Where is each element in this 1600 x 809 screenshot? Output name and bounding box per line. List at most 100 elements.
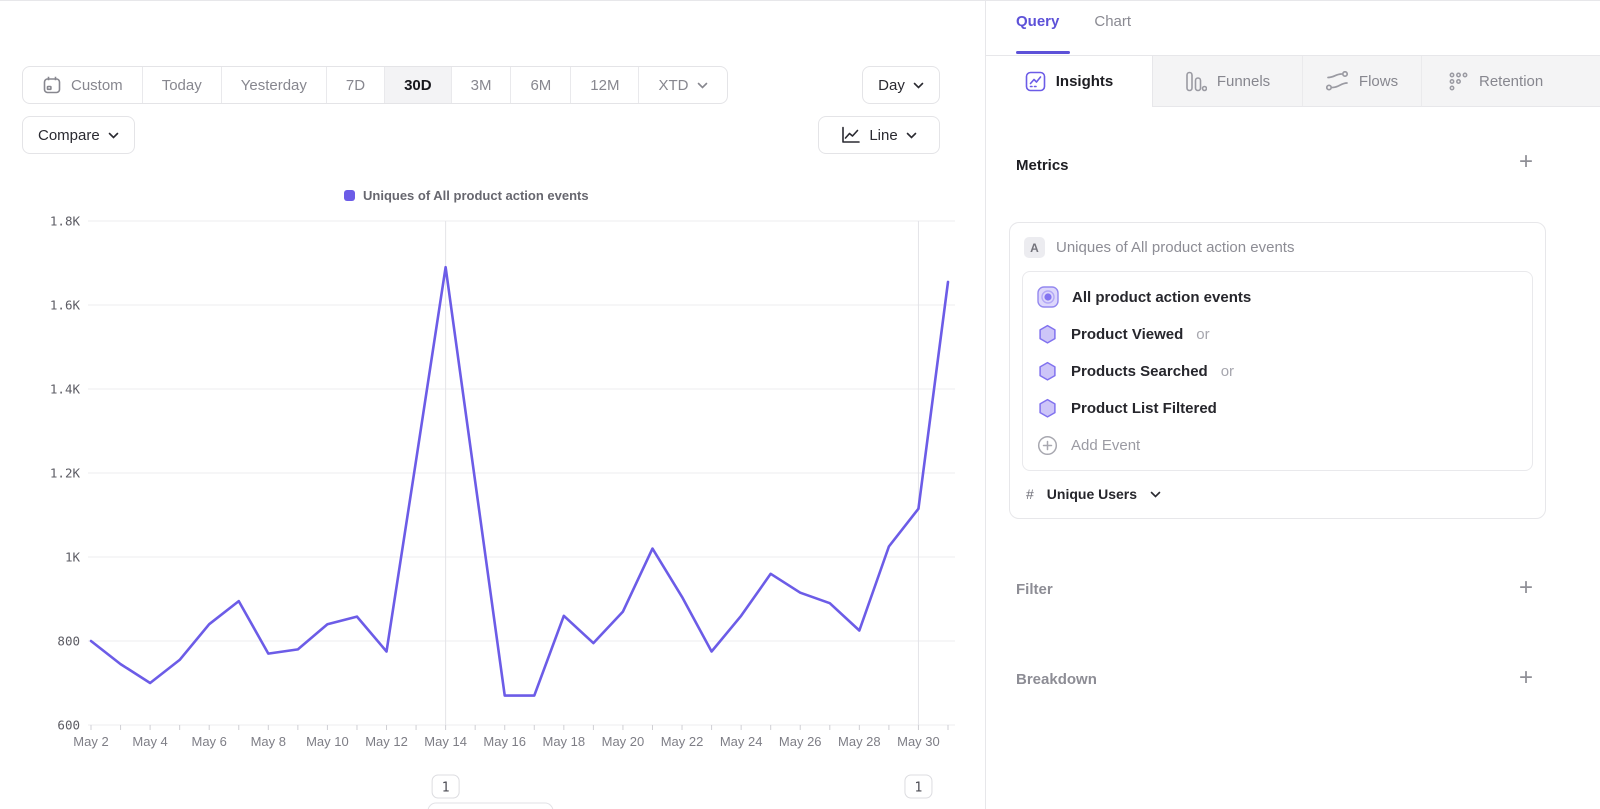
x-axis-label: May 28	[838, 734, 881, 749]
chevron-down-icon	[697, 82, 708, 89]
y-axis-label: 1.8K	[50, 214, 81, 229]
range-yesterday[interactable]: Yesterday	[222, 67, 327, 103]
add-filter-button[interactable]: +	[1514, 576, 1538, 600]
range-custom[interactable]: Custom	[23, 67, 143, 103]
x-axis-label: May 10	[306, 734, 349, 749]
x-axis-label: May 6	[192, 734, 227, 749]
flows-icon	[1326, 71, 1349, 91]
y-axis-label: 1.6K	[50, 298, 81, 313]
event-row-all-product-action-events[interactable]: All product action events	[1023, 278, 1532, 316]
chevron-down-icon	[1150, 491, 1161, 498]
range-7d[interactable]: 7D	[327, 67, 385, 103]
range-label: 6M	[530, 77, 551, 94]
metric-card-header[interactable]: A Uniques of All product action events	[1024, 237, 1531, 258]
range-xtd[interactable]: XTD	[639, 67, 727, 103]
tab-label: Funnels	[1217, 73, 1270, 90]
chevron-down-icon	[108, 132, 119, 139]
calendar-icon	[42, 75, 62, 95]
event-label: Products Searched	[1071, 363, 1208, 380]
chevron-down-icon	[906, 132, 917, 139]
annotation-badge-count: 1	[915, 781, 923, 796]
x-axis-label: May 8	[251, 734, 286, 749]
range-label: Yesterday	[241, 77, 307, 94]
event-row-product-list-filtered[interactable]: Product List Filtered	[1023, 390, 1532, 427]
tab-insights[interactable]: Insights	[986, 56, 1153, 107]
range-label: 30D	[404, 77, 432, 94]
x-axis-label: May 14	[424, 734, 467, 749]
tab-retention[interactable]: Retention	[1422, 56, 1600, 107]
chart-series-line	[91, 267, 948, 695]
add-breakdown-button[interactable]: +	[1514, 666, 1538, 690]
range-12m[interactable]: 12M	[571, 67, 639, 103]
active-tab-underline	[1016, 51, 1070, 54]
y-axis-label: 800	[57, 634, 80, 649]
add-metric-button[interactable]: +	[1514, 150, 1538, 174]
event-row-products-searched[interactable]: Products Searched or	[1023, 353, 1532, 390]
tab-funnels[interactable]: Funnels	[1153, 56, 1303, 107]
annotation-popup-partial	[428, 803, 553, 809]
funnels-icon	[1185, 71, 1207, 92]
hexagon-event-icon	[1037, 398, 1058, 419]
retention-icon	[1448, 71, 1469, 92]
range-6m[interactable]: 6M	[511, 67, 571, 103]
events-group: All product action events Product Viewed…	[1022, 271, 1533, 471]
chevron-down-icon	[913, 82, 924, 89]
tab-label: Flows	[1359, 73, 1398, 90]
measurement-dropdown[interactable]: # Unique Users	[1026, 486, 1531, 502]
granularity-label: Day	[878, 77, 905, 94]
date-range-control: Custom Today Yesterday 7D 30D 3M 6M 12M …	[22, 66, 728, 104]
x-axis-label: May 16	[483, 734, 526, 749]
tab-label: Insights	[1056, 73, 1114, 90]
x-axis-label: May 20	[602, 734, 645, 749]
chart-panel: Custom Today Yesterday 7D 30D 3M 6M 12M …	[0, 0, 985, 809]
y-axis-label: 1.2K	[50, 466, 81, 481]
y-axis-label: 1.4K	[50, 382, 81, 397]
breakdown-heading: Breakdown	[1016, 671, 1097, 688]
event-row-product-viewed[interactable]: Product Viewed or	[1023, 316, 1532, 353]
range-today[interactable]: Today	[143, 67, 222, 103]
range-label: 7D	[346, 77, 365, 94]
metrics-heading: Metrics	[1016, 157, 1069, 174]
x-axis-label: May 22	[661, 734, 704, 749]
x-axis-label: May 4	[132, 734, 167, 749]
hexagon-event-icon	[1037, 324, 1058, 345]
granularity-dropdown[interactable]: Day	[862, 66, 940, 104]
event-operator: or	[1221, 363, 1234, 380]
compare-dropdown[interactable]: Compare	[22, 116, 135, 154]
tab-chart[interactable]: Chart	[1094, 13, 1131, 30]
event-label: Product List Filtered	[1071, 400, 1217, 417]
chart-type-label: Line	[869, 127, 897, 144]
add-event-button[interactable]: Add Event	[1023, 427, 1532, 464]
compare-label: Compare	[38, 127, 100, 144]
line-chart[interactable]: 6008001K1.2K1.4K1.6K1.8KMay 2May 4May 6M…	[0, 180, 985, 809]
insights-icon	[1025, 71, 1046, 92]
top-divider	[0, 0, 1600, 1]
x-axis-label: May 12	[365, 734, 408, 749]
x-axis-label: May 30	[897, 734, 940, 749]
x-axis-label: May 18	[543, 734, 586, 749]
annotation-badge-count: 1	[442, 781, 450, 796]
measurement-label: Unique Users	[1047, 486, 1137, 502]
tab-query[interactable]: Query	[1016, 13, 1059, 30]
y-axis-label: 600	[57, 718, 80, 733]
event-label: All product action events	[1072, 289, 1251, 306]
line-chart-icon	[841, 126, 861, 144]
range-label: 12M	[590, 77, 619, 94]
query-panel: Query Chart Insights Funne	[985, 0, 1600, 809]
panel-tabs: Query Chart	[1016, 13, 1131, 30]
range-3m[interactable]: 3M	[452, 67, 512, 103]
range-label: Custom	[71, 77, 123, 94]
metric-card: A Uniques of All product action events A…	[1009, 222, 1546, 519]
metric-title: Uniques of All product action events	[1056, 239, 1294, 256]
range-30d[interactable]: 30D	[385, 67, 452, 103]
report-type-tabs: Insights Funnels Flows	[986, 56, 1600, 107]
add-event-label: Add Event	[1071, 437, 1140, 454]
x-axis-label: May 24	[720, 734, 763, 749]
event-operator: or	[1196, 326, 1209, 343]
range-label: 3M	[471, 77, 492, 94]
chart-type-dropdown[interactable]: Line	[818, 116, 940, 154]
x-axis-label: May 26	[779, 734, 822, 749]
tab-flows[interactable]: Flows	[1303, 56, 1422, 107]
range-label: Today	[162, 77, 202, 94]
range-label: XTD	[658, 77, 688, 94]
